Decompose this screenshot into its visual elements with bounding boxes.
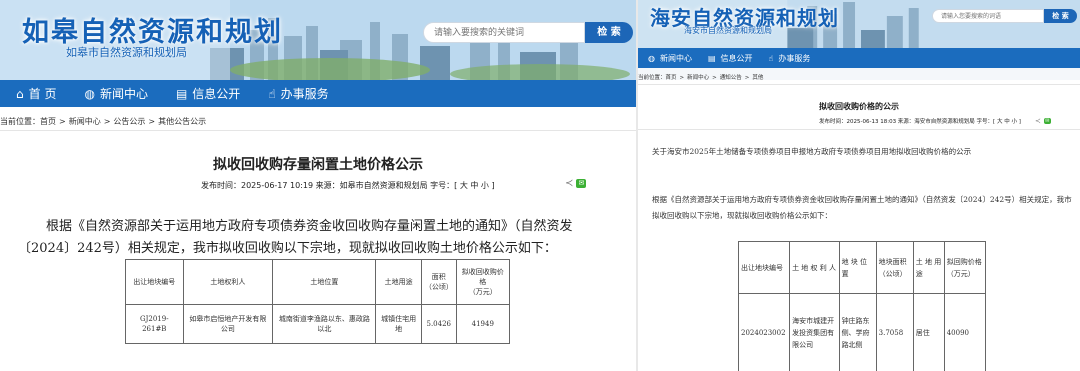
table-header-cell: 拟回购价格（万元）	[943, 241, 987, 294]
table-cell: 城南街道李渔路以东、惠政路以北	[272, 304, 377, 344]
table-header-cell: 地块面积（公顷）	[875, 241, 914, 294]
nav-label: 信息公开	[192, 87, 241, 101]
table-header-cell: 土地权利人	[182, 259, 274, 305]
breadcrumb: 当前位置：首页 > 新闻中心 > 通知公告 > 其他	[638, 75, 764, 81]
search-button[interactable]: 检 索	[585, 22, 633, 43]
table-cell: 41949	[455, 304, 511, 344]
thumbs-up-icon: ☝	[768, 53, 774, 63]
table-header-cell: 土 地 用 途	[912, 241, 945, 294]
nav-item-service[interactable]: ☝ 办事服务	[769, 53, 811, 64]
table-cell: 3.7058	[875, 293, 914, 371]
site-subtitle: 如皋市自然资源和规划局	[66, 46, 187, 59]
article-paragraph: 根据《自然资源部关于运用地方政府专项债券资金收回收购存量闲置土地的通知》（自然资…	[18, 219, 573, 256]
nav-item-info[interactable]: ▤ 信息公开	[708, 53, 753, 64]
table-cell: 40090	[943, 293, 987, 371]
table-header-cell: 出让地块编号	[737, 241, 791, 294]
nav-label: 办事服务	[280, 87, 329, 101]
nav-label: 首 页	[28, 87, 57, 101]
table-header-cell: 土地用途	[375, 259, 422, 305]
search-button[interactable]: 检 索	[1044, 9, 1077, 23]
nav-label: 信息公开	[720, 53, 753, 63]
site-banner: 海安自然资源和规划 海安市自然资源和规划局 检 索	[638, 0, 1080, 80]
nav-label: 新闻中心	[659, 53, 692, 63]
table-cell: 钟庄路东侧、学府路北侧	[838, 293, 877, 371]
nav-label: 办事服务	[778, 53, 811, 63]
share-tools: ≺ ✉	[565, 178, 587, 189]
globe-icon: ◍	[648, 53, 655, 63]
article-meta: 发布时间：2025-06-17 10:19 来源：如皋市自然资源和规划局 字号：…	[201, 181, 495, 190]
wechat-icon[interactable]: ✉	[576, 179, 587, 188]
breadcrumb-item[interactable]: 其他	[752, 75, 763, 81]
table-header-row: 出让地块编号 土地权利人 土地位置 土地用途 面积 （公顷） 拟收回收购价格 （…	[125, 259, 511, 305]
left-screenshot-panel: 如皋自然资源和规划 如皋市自然资源和规划局 检 索 ⌂ 首 页 ◍ 新闻中心 ▤ 信息…	[0, 0, 636, 371]
article-paragraph: 根据《自然资源部关于运用地方政府专项债券资金收回收购存量闲置土地的通知》（自然资…	[652, 195, 1072, 220]
breadcrumb-item[interactable]: 新闻中心	[69, 117, 101, 126]
right-screenshot-panel: 海安自然资源和规划 海安市自然资源和规划局 检 索 ◍ 新闻中心 ▤ 信息公开 ☝ 办…	[636, 0, 1080, 371]
site-subtitle: 海安市自然资源和规划局	[684, 26, 772, 35]
thumbs-up-icon: ☝	[268, 86, 276, 101]
table-cell: 5.0426	[420, 304, 457, 344]
home-icon: ⌂	[16, 86, 24, 101]
breadcrumb-item[interactable]: 当前位置：首页	[638, 75, 677, 81]
table-header-cell: 地 块 位 置	[838, 241, 877, 294]
wechat-icon[interactable]: ✉	[1043, 118, 1051, 124]
nav-item-news[interactable]: ◍ 新闻中心	[84, 85, 148, 102]
table-header-cell: 土地位置	[272, 259, 377, 305]
nav-item-service[interactable]: ☝ 办事服务	[268, 85, 328, 102]
table-header-cell: 出让地块编号	[125, 259, 184, 305]
breadcrumb-item[interactable]: 当前位置：首页	[0, 117, 56, 126]
table-cell: GJ2019-261#B	[125, 304, 184, 344]
divider	[638, 84, 1080, 85]
nav-label: 新闻中心	[99, 87, 148, 101]
document-icon: ▤	[707, 53, 716, 63]
divider	[638, 129, 1080, 130]
main-nav: ⌂ 首 页 ◍ 新闻中心 ▤ 信息公开 ☝ 办事服务	[0, 80, 636, 107]
search-input[interactable]	[932, 9, 1044, 23]
article-intro-paragraph: 关于海安市2025年土地储备专项债券项目申报地方政府专项债券项目用地拟收回收购价…	[652, 147, 972, 156]
table-header-row: 出让地块编号 土 地 权 利 人 地 块 位 置 地块面积（公顷） 土 地 用 …	[737, 241, 987, 294]
article-title: 拟收回收购存量闲置土地价格公示	[213, 157, 423, 173]
land-price-table: 出让地块编号 土地权利人 土地位置 土地用途 面积 （公顷） 拟收回收购价格 （…	[125, 259, 511, 344]
breadcrumb: 当前位置：首页 > 新闻中心 > 公告公示 > 其他公告公示	[0, 117, 207, 126]
search-input[interactable]	[423, 22, 585, 43]
share-icon[interactable]: ≺	[1035, 117, 1041, 125]
share-icon[interactable]: ≺	[565, 178, 573, 189]
breadcrumb-item[interactable]: 新闻中心	[687, 75, 709, 81]
table-row: 2024023002 海安市城建开发投资集团有限公司 钟庄路东侧、学府路北侧 3…	[737, 293, 987, 371]
table-cell: 居住	[912, 293, 945, 371]
site-banner: 如皋自然资源和规划 如皋市自然资源和规划局 检 索	[0, 0, 636, 80]
table-header-cell: 面积 （公顷）	[420, 259, 457, 305]
table-header-cell: 土 地 权 利 人	[789, 241, 840, 294]
nav-item-info[interactable]: ▤ 信息公开	[176, 85, 240, 102]
table-cell: 城镇住宅用地	[375, 304, 422, 344]
share-tools: ≺ ✉	[1035, 117, 1051, 125]
search-bar: 检 索	[423, 22, 633, 43]
article-title: 拟收回收购价格的公示	[819, 102, 899, 111]
breadcrumb-item[interactable]: 公告公示	[113, 117, 145, 126]
globe-icon: ◍	[84, 86, 95, 101]
table-cell: 如皋市启恒地产开发有限公司	[182, 304, 274, 344]
divider	[0, 130, 636, 131]
breadcrumb-item[interactable]: 其他公告公示	[158, 117, 206, 126]
nav-item-news[interactable]: ◍ 新闻中心	[648, 53, 692, 64]
table-row: GJ2019-261#B 如皋市启恒地产开发有限公司 城南街道李渔路以东、惠政路…	[125, 304, 511, 344]
document-icon: ▤	[175, 86, 188, 101]
article-meta: 发布时间：2025-06-13 18:03 来源：海安市自然资源和规划局 字号：…	[819, 119, 1021, 125]
nav-item-home[interactable]: ⌂ 首 页	[16, 85, 56, 102]
table-header-cell: 拟收回收购价格 （万元）	[455, 259, 511, 305]
table-cell: 海安市城建开发投资集团有限公司	[789, 293, 840, 371]
main-nav: ◍ 新闻中心 ▤ 信息公开 ☝ 办事服务	[638, 48, 1080, 68]
search-bar: 检 索	[932, 9, 1077, 23]
land-price-table: 出让地块编号 土 地 权 利 人 地 块 位 置 地块面积（公顷） 土 地 用 …	[737, 241, 987, 371]
breadcrumb-item[interactable]: 通知公告	[720, 75, 742, 81]
table-cell: 2024023002	[737, 293, 791, 371]
